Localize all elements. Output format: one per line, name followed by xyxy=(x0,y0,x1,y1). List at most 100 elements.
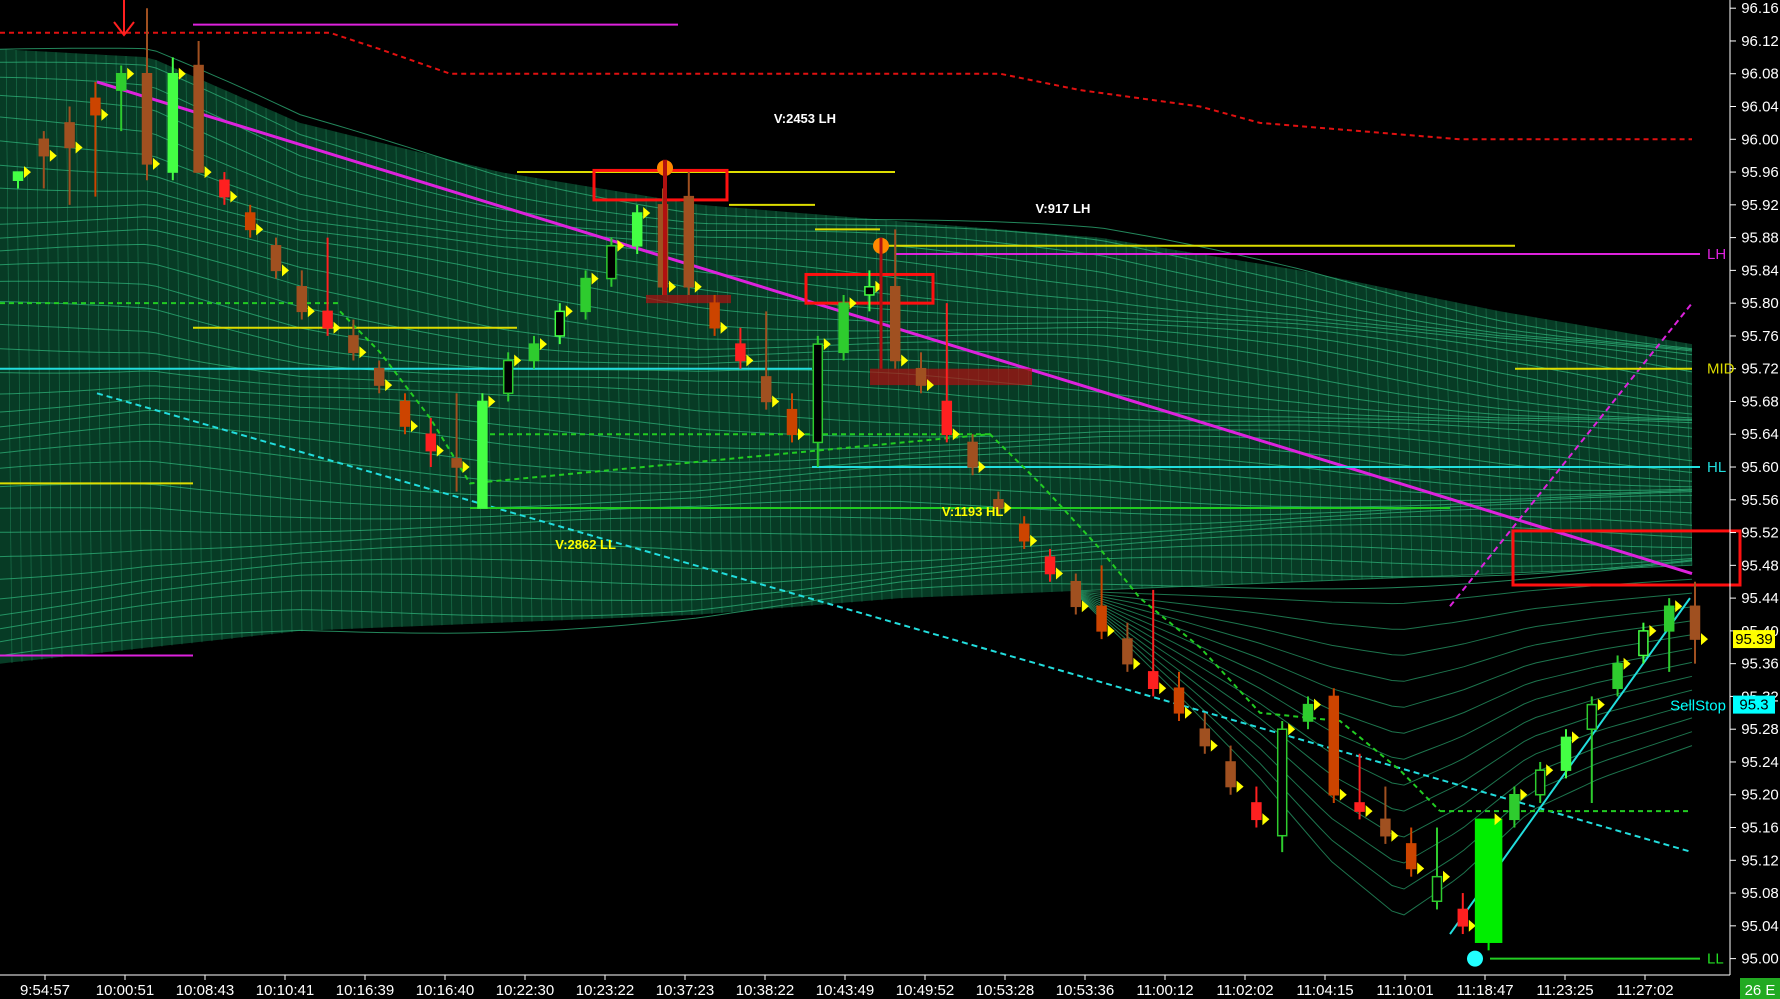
price-tick-label: 95.92 xyxy=(1741,197,1779,214)
level-label: MID xyxy=(1707,361,1735,378)
volume-annotation: V:2453 LH xyxy=(774,111,836,126)
candle-body xyxy=(1638,630,1649,657)
candle-body xyxy=(1199,728,1211,747)
price-chart[interactable]: V:2453 LHV:917 LHV:1193 HLV:2862 LLV:204… xyxy=(0,0,1780,999)
candle-body xyxy=(864,286,875,296)
candle-body xyxy=(1044,556,1056,575)
candle-body xyxy=(631,212,643,247)
time-tick-label: 11:02:02 xyxy=(1216,982,1273,999)
candle-body xyxy=(528,343,540,362)
candle-body xyxy=(1586,703,1598,730)
candle-body xyxy=(373,367,385,386)
candle-body xyxy=(1509,793,1520,821)
time-tick-label: 10:22:30 xyxy=(496,982,554,999)
candle-body xyxy=(1276,728,1288,837)
price-tick-label: 95.56 xyxy=(1741,492,1779,509)
candle-body xyxy=(1354,802,1365,812)
time-tick-label: 10:37:23 xyxy=(656,982,714,999)
price-tick-label: 95.04 xyxy=(1741,918,1779,935)
time-tick-label: 10:08:43 xyxy=(176,982,234,999)
time-tick-label: 11:27:02 xyxy=(1616,982,1673,999)
time-tick-label: 11:10:01 xyxy=(1376,982,1433,999)
candle-body xyxy=(812,343,824,444)
candle-body xyxy=(1474,818,1503,943)
time-tick-label: 9:54:57 xyxy=(20,982,70,999)
time-tick-label: 10:38:22 xyxy=(736,982,794,999)
candle-body xyxy=(270,245,282,272)
candle-body xyxy=(477,400,488,509)
price-tick-label: 95.68 xyxy=(1741,393,1779,410)
price-badge-label: SellStop xyxy=(1670,698,1726,715)
price-tick-label: 95.76 xyxy=(1741,328,1779,345)
price-tick-label: 95.84 xyxy=(1741,262,1779,279)
time-tick-label: 10:53:36 xyxy=(1056,982,1114,999)
candle-body xyxy=(451,458,462,468)
price-tick-label: 95.16 xyxy=(1741,820,1779,837)
zone-2 xyxy=(870,368,1032,386)
candle-body xyxy=(967,441,978,468)
candle-body xyxy=(244,212,256,231)
candle-body xyxy=(219,179,230,198)
level-label: LL xyxy=(1707,951,1724,968)
price-tick-label: 95.28 xyxy=(1741,721,1779,738)
time-tick-label: 11:00:12 xyxy=(1136,982,1193,999)
candle-body xyxy=(735,343,746,362)
price-tick-label: 95.36 xyxy=(1741,656,1779,673)
candle-body xyxy=(1147,671,1159,689)
price-badge-text: 95.3 xyxy=(1739,697,1768,714)
candle-body xyxy=(115,72,127,91)
candle-body xyxy=(167,72,179,173)
time-tick-label: 10:23:22 xyxy=(576,982,634,999)
candle-body xyxy=(1689,605,1701,640)
price-tick-label: 95.52 xyxy=(1741,525,1779,542)
price-badge-text: 95.39 xyxy=(1735,631,1773,648)
candle-body xyxy=(889,286,901,362)
candle-body xyxy=(1096,605,1107,632)
candle-body xyxy=(1431,875,1443,903)
candle-body xyxy=(580,277,591,313)
price-tick-label: 96.16 xyxy=(1741,0,1779,17)
time-tick-label: 10:00:51 xyxy=(96,982,154,999)
candle-body xyxy=(709,302,720,329)
candle-body xyxy=(1070,580,1082,608)
candle-body xyxy=(90,97,101,116)
price-tick-label: 96.08 xyxy=(1741,66,1779,83)
volume-annotation: V:2862 LL xyxy=(555,537,616,552)
candle-body xyxy=(683,195,695,288)
time-tick-label: 10:53:28 xyxy=(976,982,1034,999)
time-tick-label: 10:49:52 xyxy=(896,982,954,999)
zone-1 xyxy=(646,294,731,304)
price-tick-label: 95.24 xyxy=(1741,754,1779,771)
price-tick-label: 96.04 xyxy=(1741,99,1779,116)
price-tick-label: 95.20 xyxy=(1741,787,1779,804)
candle-body xyxy=(760,376,772,403)
candle-body xyxy=(606,245,617,280)
volume-annotation: V:917 LH xyxy=(1035,201,1090,216)
candle-body xyxy=(1380,818,1391,837)
candle-body xyxy=(1534,769,1546,796)
volume-annotation: V:1193 HL xyxy=(942,504,1003,519)
candle-body xyxy=(322,310,333,329)
candle-body xyxy=(1225,761,1236,788)
candle-body xyxy=(1612,662,1623,689)
candle-body xyxy=(915,367,927,386)
candle-body xyxy=(12,171,24,182)
candle-body xyxy=(1251,802,1262,821)
price-tick-label: 95.48 xyxy=(1741,557,1779,574)
time-tick-label: 11:04:15 xyxy=(1296,982,1353,999)
candle-body xyxy=(1302,703,1314,722)
price-tick-label: 95.60 xyxy=(1741,459,1779,476)
candle-body xyxy=(38,138,50,157)
time-tick-label: 10:16:40 xyxy=(416,982,474,999)
candle-body xyxy=(941,400,953,435)
time-tick-label: 10:16:39 xyxy=(336,982,394,999)
candle-body xyxy=(1560,736,1572,771)
price-tick-label: 95.96 xyxy=(1741,164,1779,181)
price-tick-label: 95.64 xyxy=(1741,426,1779,443)
price-tick-label: 96.12 xyxy=(1741,33,1779,50)
candle-body xyxy=(1018,523,1030,542)
price-tick-label: 95.00 xyxy=(1741,951,1779,968)
candle-body xyxy=(348,335,359,354)
price-tick-label: 95.72 xyxy=(1741,361,1779,378)
candle-body xyxy=(399,400,411,427)
